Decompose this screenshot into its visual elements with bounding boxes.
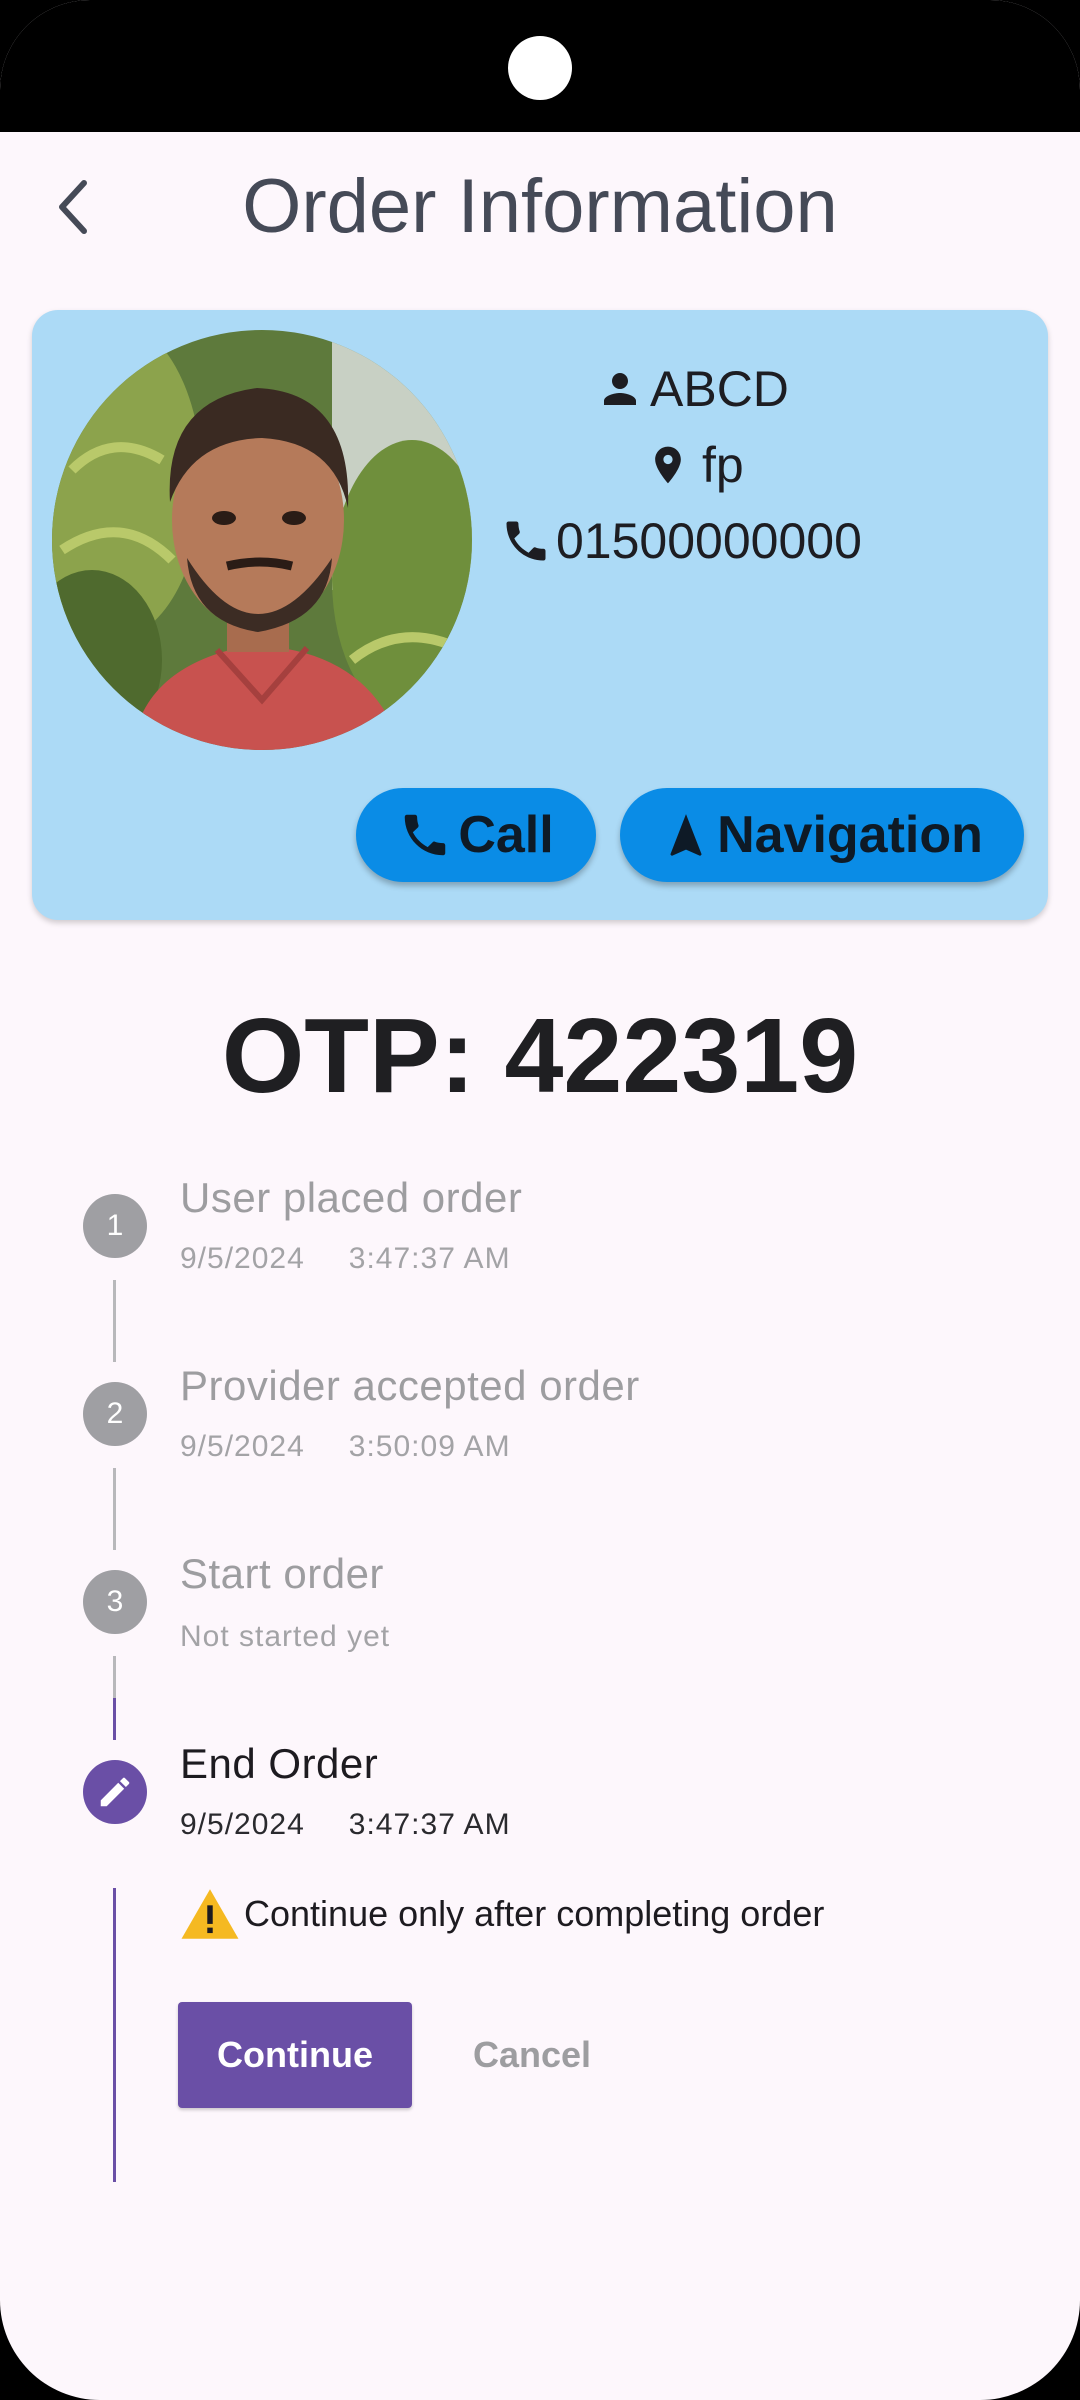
warning-text: Continue only after completing order <box>244 1893 825 1934</box>
provider-location: fp <box>702 437 744 493</box>
phone-icon <box>506 521 546 561</box>
navigation-arrow-icon <box>670 814 702 856</box>
person-icon <box>604 373 636 405</box>
step-timestamp: 9/5/2024 3:47:37 AM <box>180 1808 511 1842</box>
provider-card: ABCD fp 01500000000 Call Navigation <box>32 310 1048 920</box>
avatar-photo <box>52 330 472 750</box>
step-title: End Order <box>180 1740 379 1787</box>
cancel-button[interactable]: Cancel <box>450 2002 614 2108</box>
step-number-badge: 2 <box>83 1382 147 1446</box>
timeline-connector <box>113 1656 116 1698</box>
continue-button[interactable]: Continue <box>178 2002 412 2108</box>
edit-icon <box>100 1777 130 1807</box>
step-time: 3:50:09 AM <box>348 1430 511 1463</box>
warning-icon <box>181 1889 239 1939</box>
provider-phone-row: 01500000000 <box>500 510 862 572</box>
navigation-button[interactable]: Navigation <box>620 788 1024 882</box>
app-bar: Order Information <box>0 132 1080 282</box>
step-date: 9/5/2024 <box>180 1808 305 1841</box>
otp-code: OTP: 422319 <box>221 997 859 1115</box>
step-date: 9/5/2024 <box>180 1242 305 1275</box>
step-title: User placed order <box>180 1174 523 1221</box>
status-bar <box>0 0 1080 132</box>
provider-location-row: fp <box>646 434 744 496</box>
step-number-badge: 1 <box>83 1194 147 1258</box>
phone-icon <box>405 814 446 856</box>
timeline-connector <box>113 1280 116 1362</box>
call-button-label: Call <box>458 806 554 864</box>
chevron-left-icon <box>59 180 87 234</box>
back-button[interactable] <box>40 167 104 247</box>
step-number-badge: 3 <box>83 1570 147 1634</box>
step-title: Provider accepted order <box>180 1362 640 1409</box>
step-edit-badge <box>83 1760 147 1824</box>
camera-cutout <box>508 36 572 100</box>
avatar <box>52 330 472 750</box>
provider-phone: 01500000000 <box>556 513 862 569</box>
timeline-connector <box>113 1698 116 1740</box>
step-status: Not started yet <box>180 1620 391 1653</box>
step-timestamp: 9/5/2024 3:47:37 AM <box>180 1242 511 1276</box>
step-date: 9/5/2024 <box>180 1430 305 1463</box>
timeline-connector <box>113 1888 116 2182</box>
provider-name-row: ABCD <box>596 358 789 420</box>
provider-name: ABCD <box>650 361 789 417</box>
navigation-button-label: Navigation <box>717 806 983 864</box>
call-button[interactable]: Call <box>356 788 596 882</box>
page-title: Order Information <box>242 164 838 249</box>
step-time: 3:47:37 AM <box>348 1808 511 1841</box>
location-pin-icon <box>655 446 681 484</box>
step-timestamp: 9/5/2024 3:50:09 AM <box>180 1430 511 1464</box>
timeline-connector <box>113 1468 116 1550</box>
phone-screen: Order Information ABCD fp 01500000000 Ca… <box>0 0 1080 2400</box>
step-title: Start order <box>180 1550 384 1597</box>
step-time: 3:47:37 AM <box>348 1242 511 1275</box>
warning-message: Continue only after completing order <box>180 1888 824 1940</box>
